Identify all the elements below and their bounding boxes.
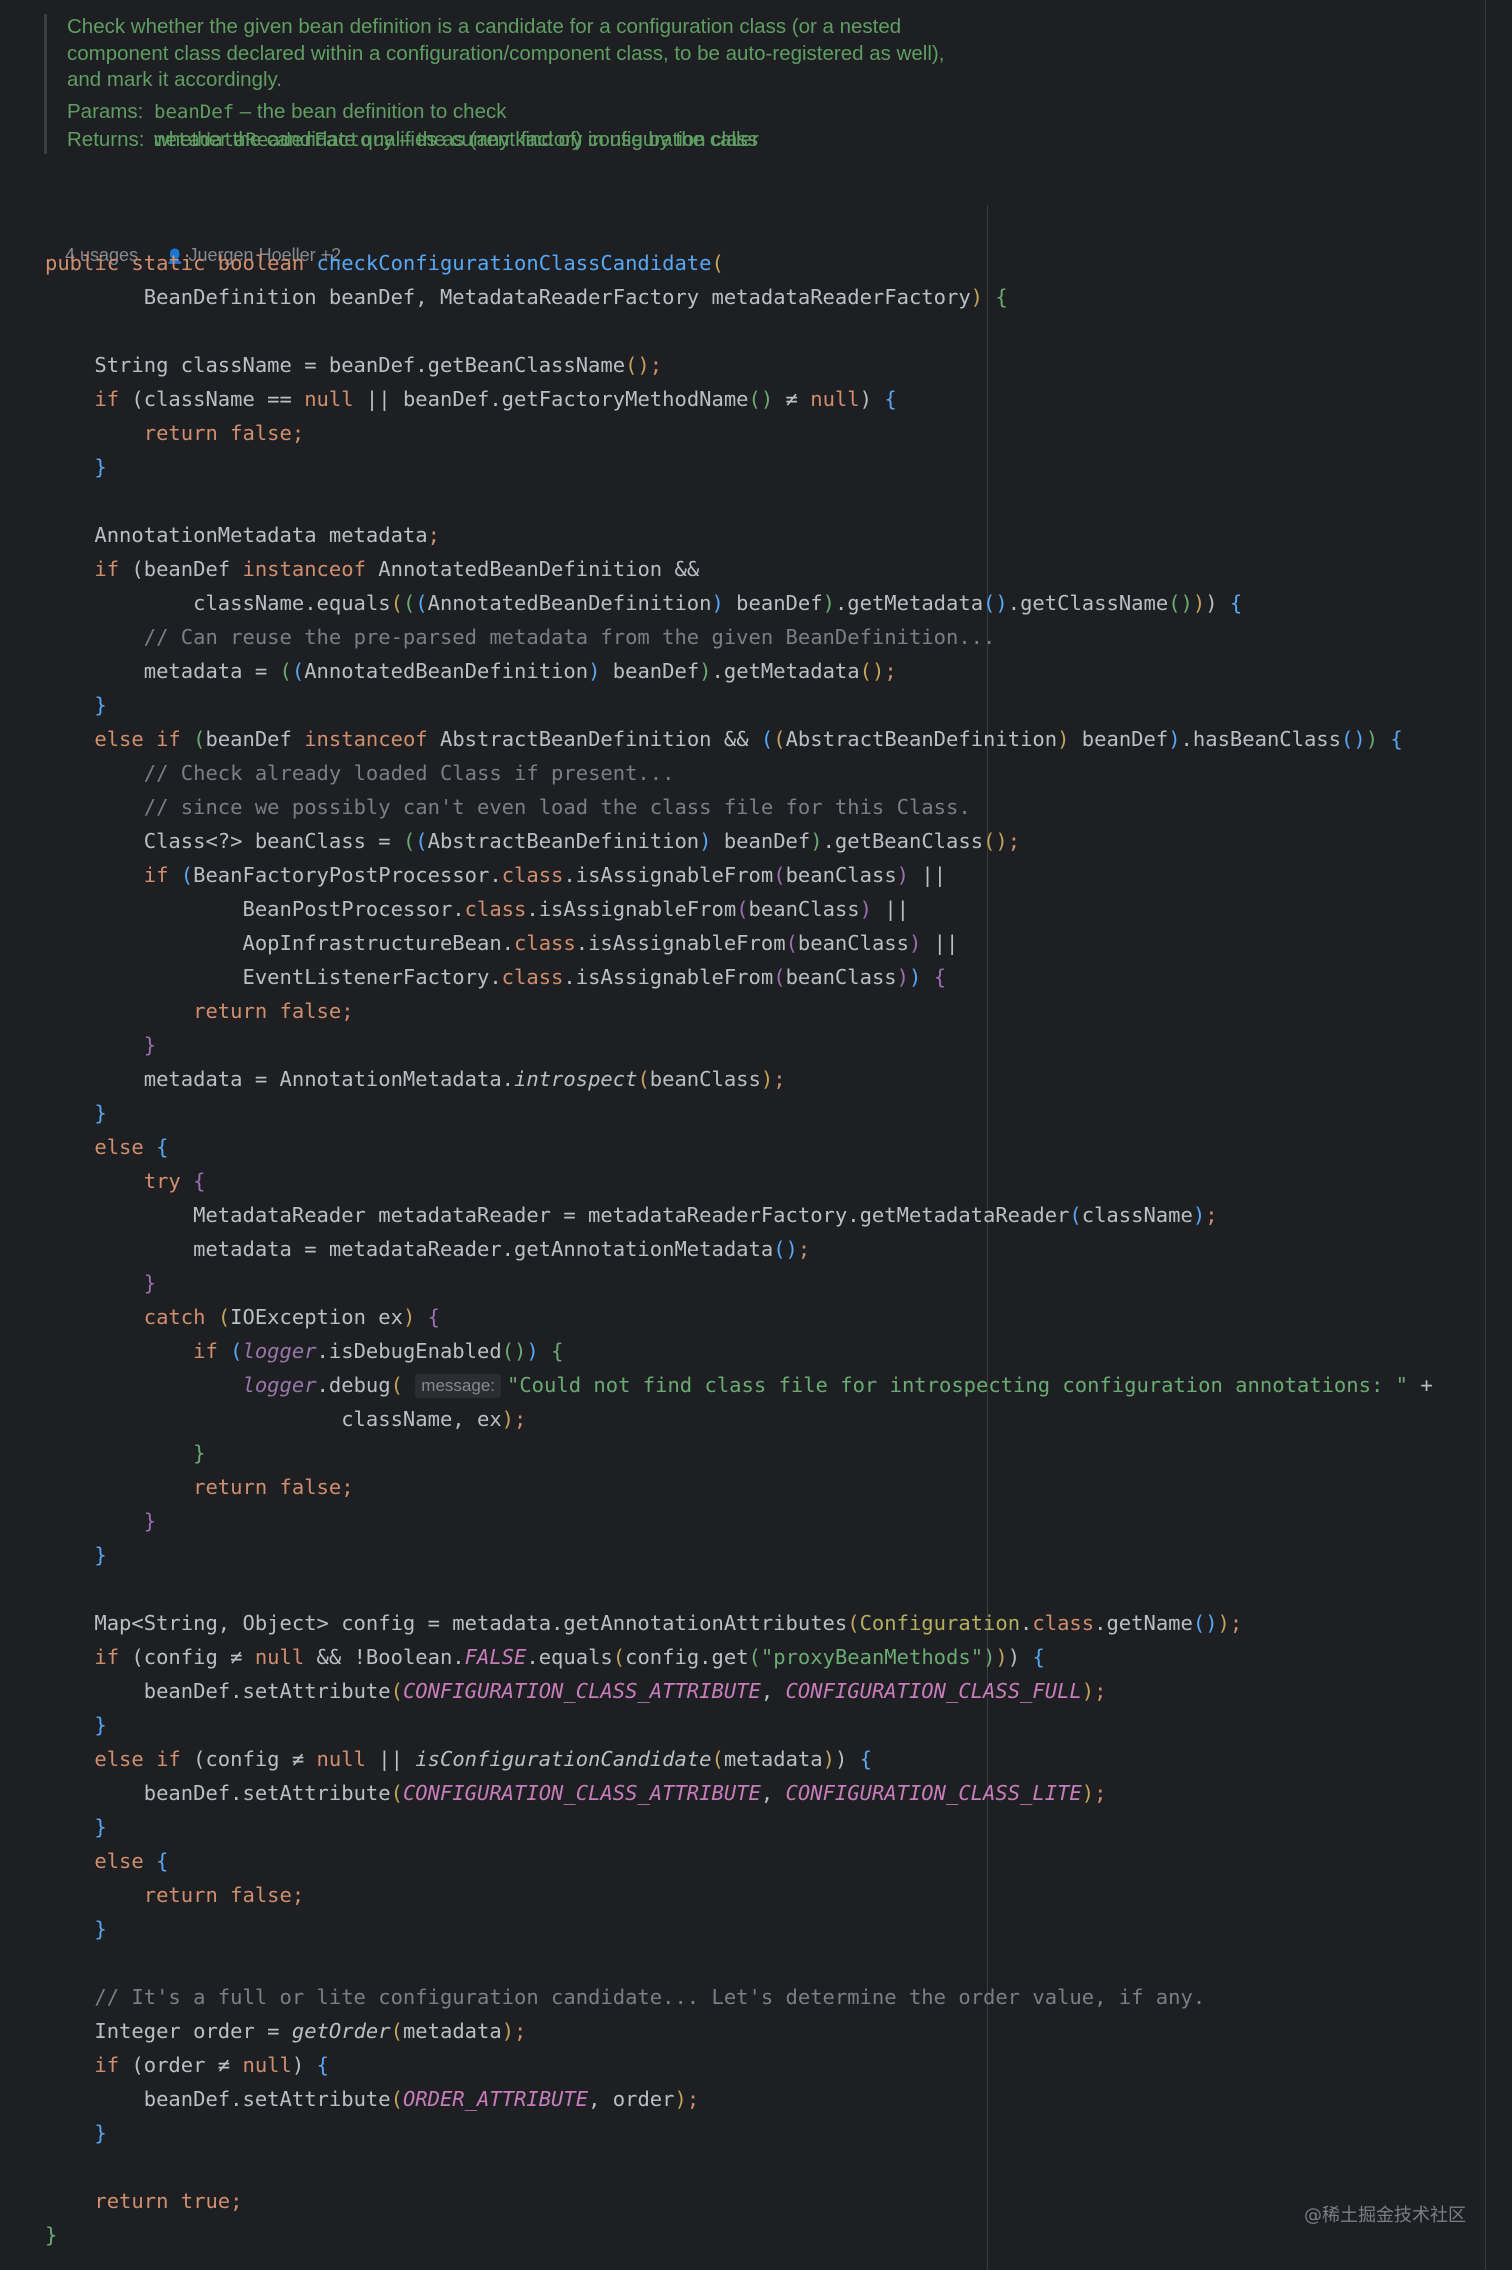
code-line: } <box>94 1101 107 1125</box>
code-line: if (order ≠ null) { <box>94 2053 329 2077</box>
code-line: return false; <box>193 1475 354 1499</box>
code-line: MetadataReader metadataReader = metadata… <box>193 1203 1218 1227</box>
code-line: // Check already loaded Class if present… <box>143 761 675 785</box>
code-line: logger.debug( message: "Could not find cl… <box>242 1373 1433 1398</box>
code-vision-inlay: 4 usages 👤 Juergen Hoeller +2 <box>45 216 341 265</box>
code-line: } <box>94 1543 107 1567</box>
javadoc-params: Params: beanDef – the bean definition to… <box>67 98 1027 151</box>
code-line: EventListenerFactory.class.isAssignableF… <box>242 965 947 989</box>
javadoc-description-line: Check whether the given bean definition … <box>67 15 902 38</box>
code-line: else if (config ≠ null || isConfiguratio… <box>94 1747 872 1771</box>
code-line: } <box>143 1033 157 1057</box>
code-line: metadata = AnnotationMetadata.introspect… <box>143 1067 786 1091</box>
code-line: if (BeanFactoryPostProcessor.class.isAss… <box>143 863 947 887</box>
code-line: } <box>143 1271 157 1295</box>
code-line: } <box>94 455 107 479</box>
code-line: // Can reuse the pre-parsed metadata fro… <box>143 625 996 649</box>
watermark: @稀土掘金技术社区 <box>1304 2205 1466 2226</box>
code-line: } <box>94 693 107 717</box>
editor-edge-line <box>1485 0 1486 2270</box>
javadoc-description-line: and mark it accordingly. <box>67 68 282 91</box>
code-line: BeanPostProcessor.class.isAssignableFrom… <box>242 897 910 921</box>
javadoc-returns-label: Returns: <box>67 127 145 151</box>
code-line: metadata = metadataReader.getAnnotationM… <box>193 1237 811 1261</box>
code-line: } <box>45 2223 58 2247</box>
code-line: } <box>193 1441 206 1465</box>
code-line: if (className == null || beanDef.getFact… <box>94 387 897 411</box>
code-line: AnnotationMetadata metadata; <box>94 523 440 547</box>
code-line: else { <box>94 1135 169 1159</box>
code-line: } <box>143 1509 157 1533</box>
code-line: if (beanDef instanceof AnnotatedBeanDefi… <box>94 557 700 581</box>
javadoc-params-label: Params: <box>67 99 144 123</box>
code-line: return true; <box>94 2189 243 2213</box>
code-line: beanDef.setAttribute(ORDER_ATTRIBUTE, or… <box>143 2087 700 2111</box>
code-line: metadata = ((AnnotatedBeanDefinition) be… <box>143 659 897 683</box>
code-line: Map<String, Object> config = metadata.ge… <box>94 1611 1243 1635</box>
code-body[interactable]: public static boolean checkConfiguration… <box>45 246 1433 2252</box>
code-line: AopInfrastructureBean.class.isAssignable… <box>242 931 959 955</box>
code-line: Integer order = getOrder(metadata); <box>94 2019 527 2043</box>
javadoc-description-line: component class declared within a config… <box>67 41 945 65</box>
code-line: className.equals(((AnnotatedBeanDefiniti… <box>193 591 1243 615</box>
param-hint: message: <box>415 1374 501 1398</box>
param-desc: – the bean definition to check <box>234 99 507 123</box>
javadoc-block: Check whether the given bean definition … <box>44 14 1027 154</box>
code-line: } <box>94 1815 107 1839</box>
code-line: return false; <box>143 1883 305 1907</box>
code-line: // It's a full or lite configuration can… <box>94 1985 1206 2009</box>
code-line: else if (beanDef instanceof AbstractBean… <box>94 727 1403 751</box>
code-line: beanDef.setAttribute(CONFIGURATION_CLASS… <box>143 1679 1107 1703</box>
code-line: if (logger.isDebugEnabled()) { <box>193 1339 564 1363</box>
code-line: BeanDefinition beanDef, MetadataReaderFa… <box>143 285 1008 309</box>
param-name[interactable]: beanDef <box>154 101 234 123</box>
code-line: if (config ≠ null && !Boolean.FALSE.equa… <box>94 1645 1045 1669</box>
code-line: catch (IOException ex) { <box>143 1305 440 1329</box>
code-line: try { <box>143 1169 206 1193</box>
code-line: } <box>94 1917 107 1941</box>
code-line: } <box>94 1713 107 1737</box>
code-editor[interactable]: Check whether the given bean definition … <box>0 0 1512 2270</box>
code-line: else { <box>94 1849 169 1873</box>
code-line: className, ex); <box>341 1407 527 1431</box>
javadoc-returns-text: whether the candidate qualifies as (any … <box>154 127 758 151</box>
code-line: public static boolean checkConfiguration… <box>45 251 724 275</box>
code-line: beanDef.setAttribute(CONFIGURATION_CLASS… <box>143 1781 1107 1805</box>
code-line: return false; <box>193 999 354 1023</box>
code-line: String className = beanDef.getBeanClassN… <box>94 353 663 377</box>
code-line: } <box>94 2121 107 2145</box>
code-line: Class<?> beanClass = ((AbstractBeanDefin… <box>143 829 1021 853</box>
code-line: // since we possibly can't even load the… <box>143 795 971 819</box>
code-line: return false; <box>143 421 305 445</box>
javadoc-returns: Returns: whether the candidate qualifies… <box>67 126 1027 154</box>
